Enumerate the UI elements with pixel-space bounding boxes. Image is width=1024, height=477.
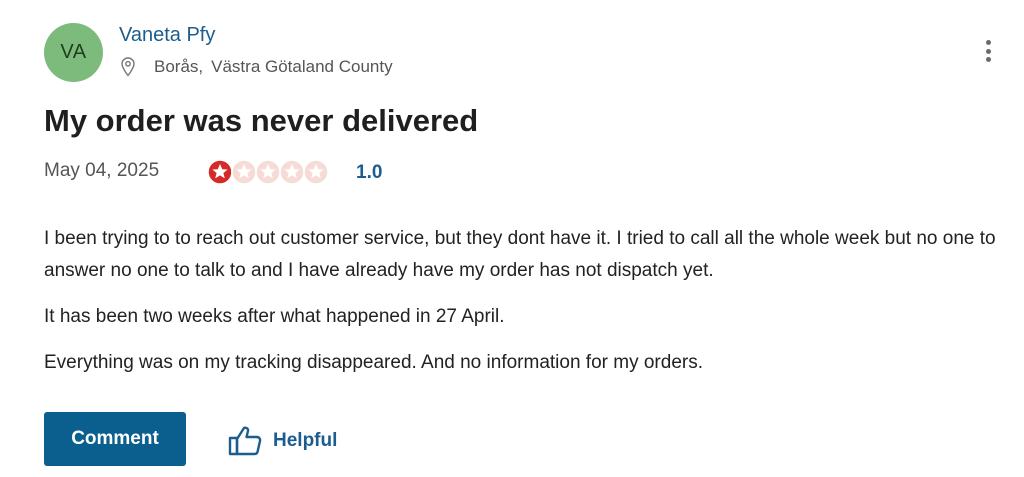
review-title: My order was never delivered: [44, 103, 479, 138]
more-vertical-icon-dot: [985, 40, 991, 45]
star-rating: [206, 158, 329, 186]
comment-button[interactable]: Comment: [44, 412, 186, 466]
helpful-label: Helpful: [273, 430, 338, 451]
map-pin-icon: [121, 57, 135, 77]
review-paragraph: I been trying to to reach out customer s…: [44, 228, 996, 281]
review-body: I been trying to to reach out customer s…: [44, 223, 1004, 393]
review-card: VA Vaneta Pfy Borås, Västra Götaland Cou…: [0, 0, 1024, 477]
author-name-link[interactable]: Vaneta Pfy: [119, 24, 215, 47]
review-paragraph: Everything was on my tracking disappeare…: [44, 352, 703, 373]
thumbs-up-icon: [228, 426, 262, 456]
rating-value: 1.0: [356, 162, 383, 183]
more-vertical-icon-dot: [985, 57, 991, 62]
avatar: VA: [44, 23, 103, 82]
location-region: Västra Götaland County: [211, 57, 393, 76]
author-location: Borås, Västra Götaland County: [121, 57, 393, 77]
more-vertical-icon-dot: [985, 48, 991, 54]
more-options-button[interactable]: [978, 38, 998, 64]
helpful-button[interactable]: Helpful: [228, 424, 337, 458]
review-date: May 04, 2025: [44, 160, 160, 181]
star-empty-icon: [303, 159, 329, 185]
location-city: Borås,: [154, 57, 204, 76]
review-paragraph: It has been two weeks after what happene…: [44, 306, 505, 327]
